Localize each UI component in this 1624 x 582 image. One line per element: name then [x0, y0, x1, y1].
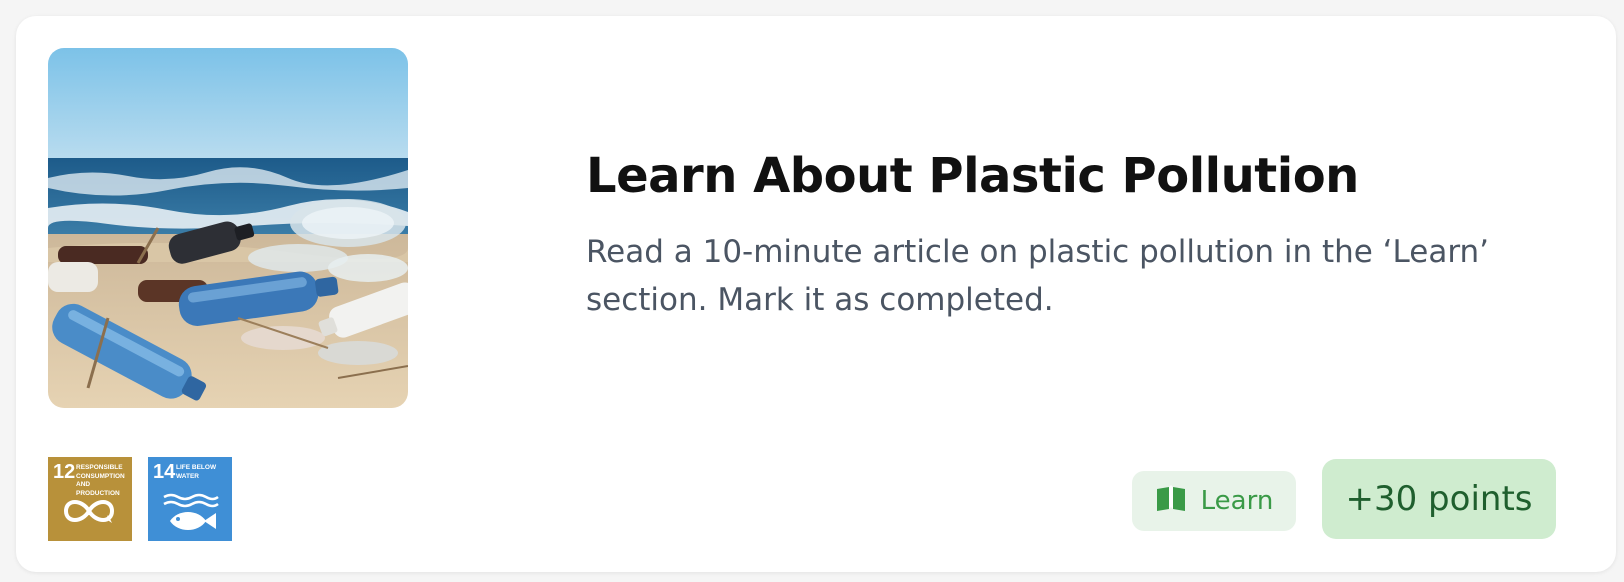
infinity-icon	[60, 493, 118, 534]
fish-icon	[160, 493, 220, 540]
learn-button-label: Learn	[1200, 486, 1274, 516]
sdg-label: Life below water	[176, 464, 217, 480]
challenge-card: Learn About Plastic Pollution Read a 10-…	[16, 16, 1616, 572]
challenge-title: Learn About Plastic Pollution	[586, 148, 1359, 204]
sdg-12-badge: 12 Responsible consumption and productio…	[48, 457, 132, 541]
open-book-icon	[1155, 484, 1187, 518]
points-label: +30 points	[1345, 479, 1533, 519]
challenge-description: Read a 10-minute article on plastic poll…	[586, 234, 1490, 318]
sdg-number: 14	[153, 461, 176, 483]
learn-button[interactable]: Learn	[1132, 471, 1296, 531]
points-badge: +30 points	[1322, 459, 1556, 539]
challenge-text: Learn About Plastic Pollution Read a 10-…	[586, 146, 1546, 324]
sdg-14-badge: 14 Life below water	[148, 457, 232, 541]
sdg-badges: 12 Responsible consumption and productio…	[48, 457, 232, 541]
plastic-bottles-on-beach-photo	[48, 48, 408, 408]
sdg-number: 12	[53, 461, 76, 483]
